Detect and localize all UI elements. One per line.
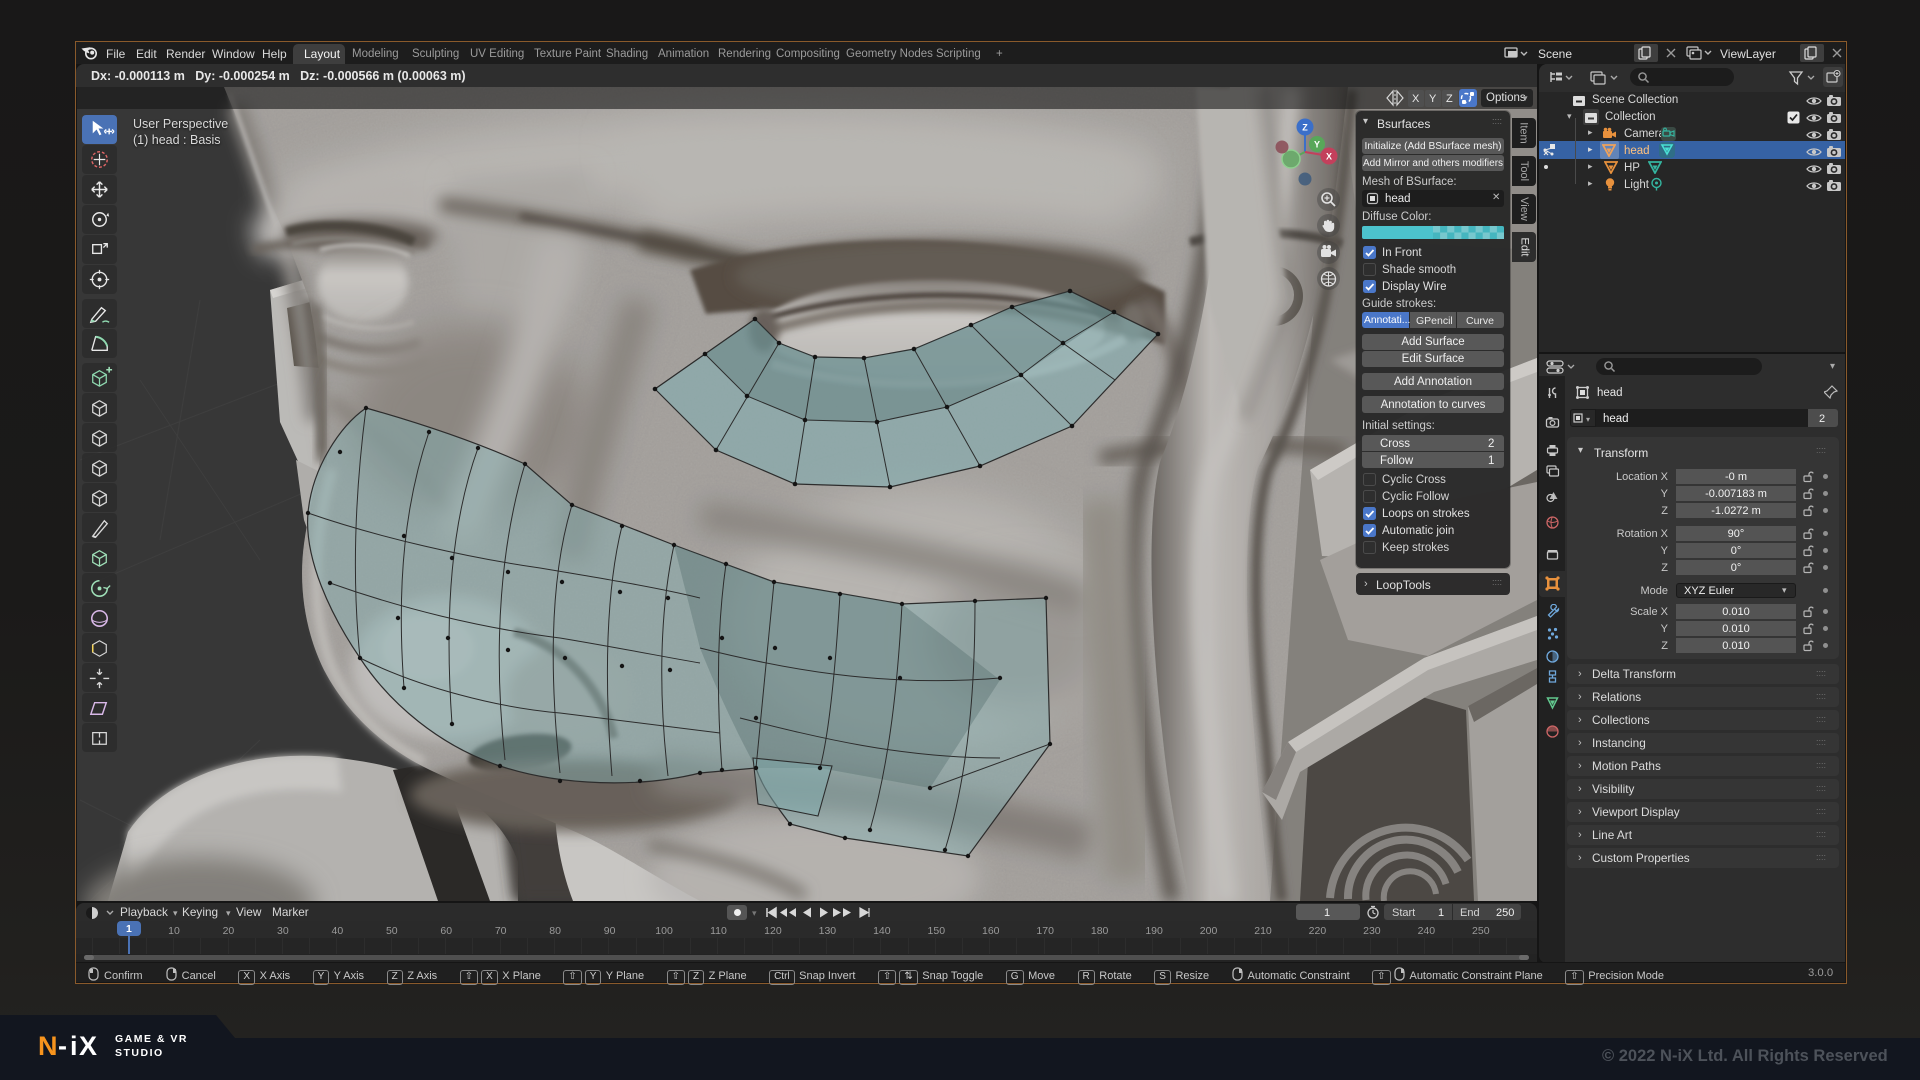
svg-text:-: -	[58, 1031, 67, 1060]
svg-text:i: i	[70, 1031, 78, 1060]
svg-text:X: X	[1326, 152, 1332, 162]
svg-text:Z: Z	[1302, 123, 1308, 133]
svg-text:Y: Y	[1314, 140, 1320, 150]
svg-text:N: N	[38, 1031, 58, 1060]
svg-text:STUDIO: STUDIO	[115, 1047, 164, 1059]
svg-text:GAME & VR: GAME & VR	[115, 1033, 188, 1045]
svg-text:X: X	[79, 1031, 97, 1060]
